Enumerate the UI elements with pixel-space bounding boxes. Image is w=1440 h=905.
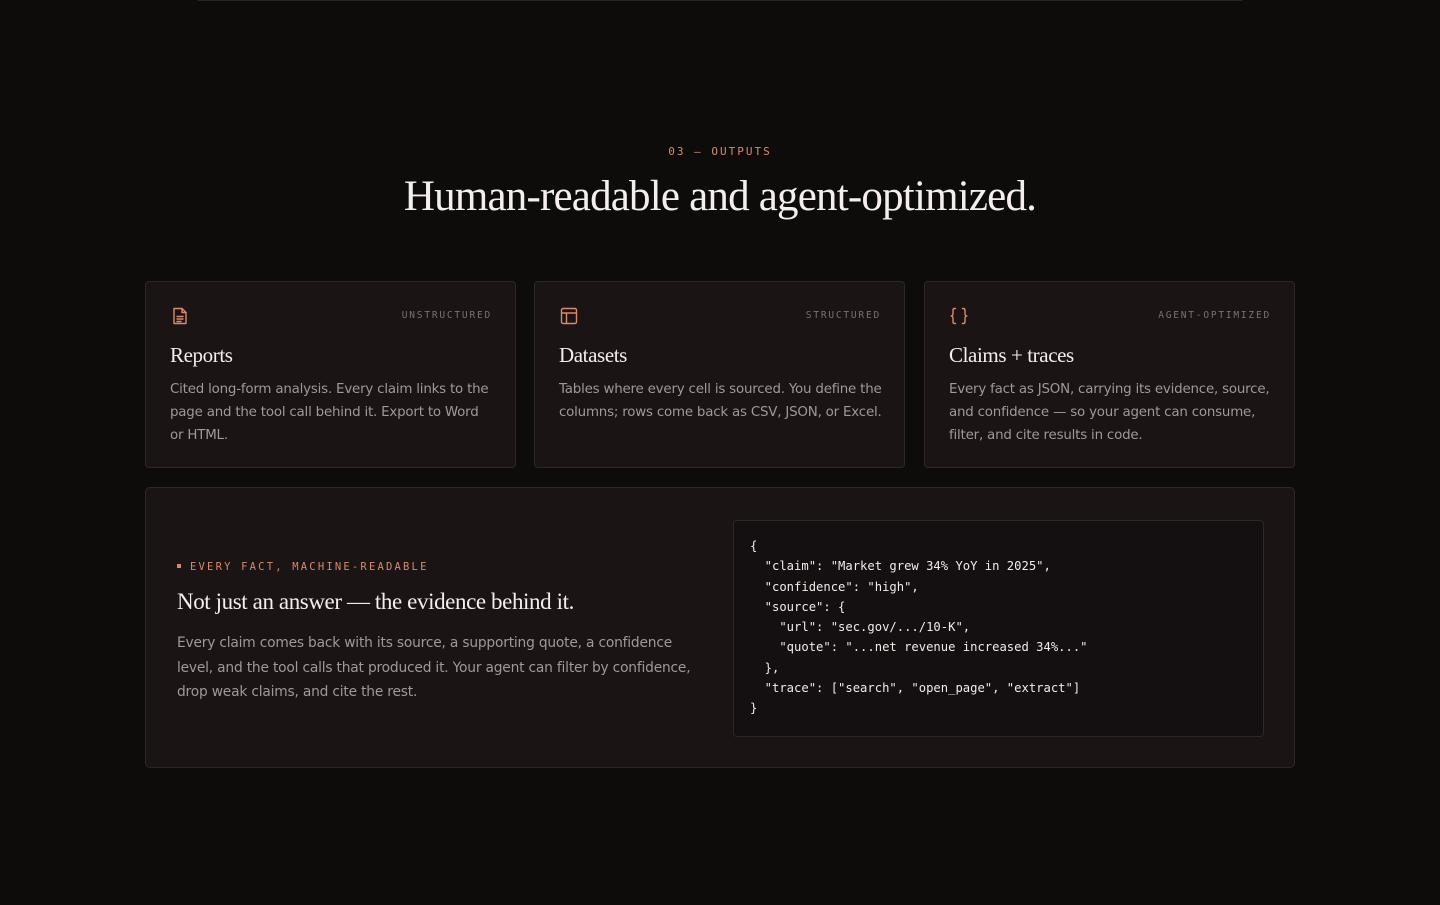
section-headline: Human-readable and agent-optimized.	[403, 173, 1037, 220]
panel-eyebrow: EVERY FACT, MACHINE-READABLE	[177, 561, 429, 573]
code-line: {	[750, 539, 758, 553]
card-description: Cited long-form analysis. Every claim li…	[170, 382, 489, 443]
panel-description: Every claim comes back with its source, …	[177, 635, 691, 700]
card-claims-traces: AGENT-OPTIMIZED Claims + traces Every fa…	[924, 281, 1295, 468]
top-divider	[198, 0, 1242, 1]
code-line: "source": {	[750, 599, 846, 614]
card-datasets: STRUCTURED Datasets Tables where every c…	[534, 281, 905, 468]
card-reports: UNSTRUCTURED Reports Cited long-form ana…	[145, 281, 516, 468]
evidence-panel: EVERY FACT, MACHINE-READABLE Not just an…	[145, 487, 1295, 768]
bullet-icon	[177, 564, 181, 568]
braces-icon	[949, 306, 969, 326]
card-description: Tables where every cell is sourced. You …	[559, 382, 882, 420]
code-line: "confidence": "high",	[750, 579, 919, 594]
card-tag: AGENT-OPTIMIZED	[1158, 310, 1271, 321]
code-line: "trace": ["search", "open_page", "extrac…	[750, 681, 1081, 696]
output-cards: UNSTRUCTURED Reports Cited long-form ana…	[145, 281, 1295, 469]
card-title: Reports	[170, 343, 233, 367]
code-line: "quote": "...net revenue increased 34%..…	[750, 640, 1088, 655]
card-title: Datasets	[559, 343, 627, 367]
json-code-block: { "claim": "Market grew 34% YoY in 2025"…	[733, 520, 1264, 737]
code-line: "url": "sec.gov/.../10-K",	[750, 620, 971, 635]
table-icon	[559, 306, 579, 326]
card-tag: UNSTRUCTURED	[401, 310, 492, 321]
panel-title: Not just an answer — the evidence behind…	[177, 589, 574, 614]
code-line: "claim": "Market grew 34% YoY in 2025",	[750, 559, 1051, 574]
card-description: Every fact as JSON, carrying its evidenc…	[949, 382, 1270, 443]
card-title: Claims + traces	[949, 343, 1074, 367]
section-eyebrow: 03 — OUTPUTS	[668, 145, 772, 158]
code-line: },	[750, 660, 780, 675]
card-tag: STRUCTURED	[805, 310, 881, 321]
panel-eyebrow-text: EVERY FACT, MACHINE-READABLE	[190, 561, 429, 573]
code-line: }	[750, 701, 758, 716]
document-icon	[170, 306, 190, 326]
